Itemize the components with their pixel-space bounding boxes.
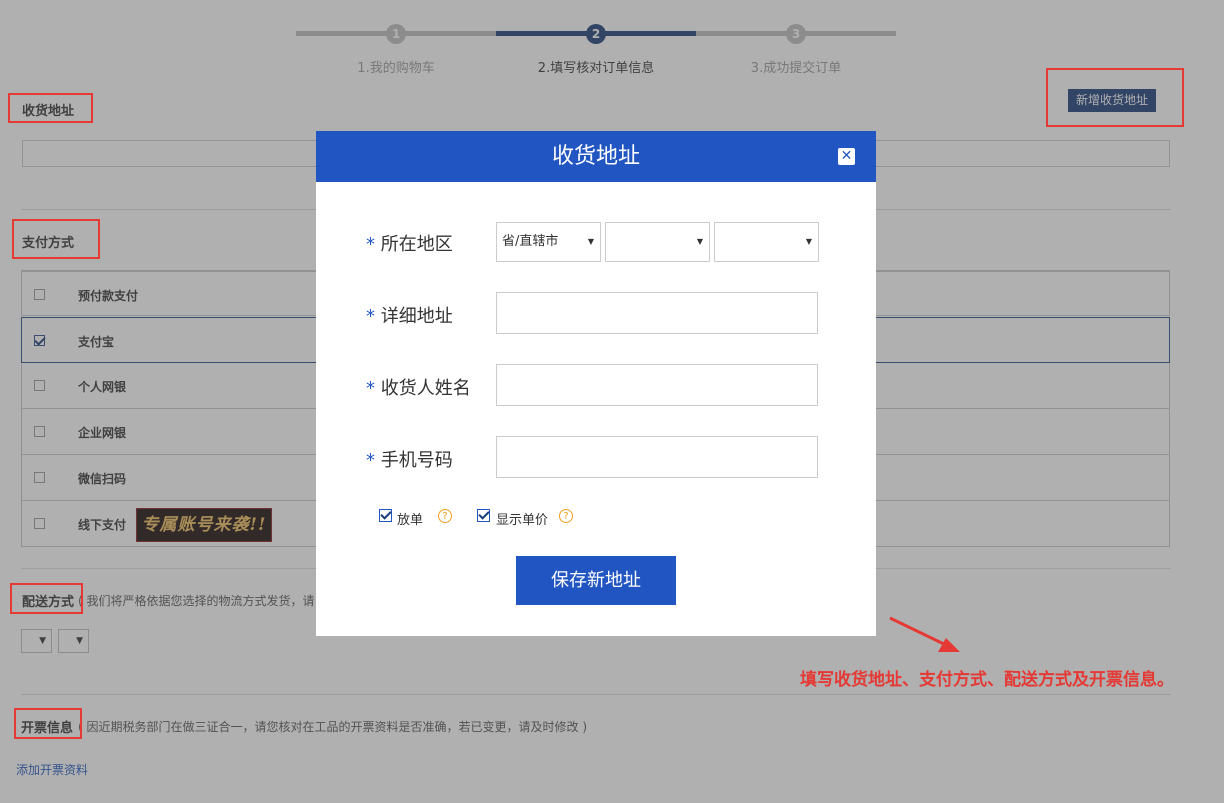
address-modal: 收货地址 ✕ * 所在地区 省/直辖市 ▼ ▼ ▼ * 详细地址 * 收货人姓名 …: [316, 131, 876, 636]
address-label-text: 详细地址: [380, 306, 453, 327]
help-icon[interactable]: ?: [438, 509, 452, 523]
chevron-down-icon: ▼: [805, 237, 812, 246]
region-label-text: 所在地区: [380, 234, 453, 255]
city-select[interactable]: ▼: [605, 222, 710, 262]
phone-label-text: 手机号码: [380, 450, 453, 471]
highlight-shipping-title: [10, 583, 83, 614]
highlight-payment-title: [12, 219, 100, 259]
region-label: * 所在地区: [366, 230, 453, 256]
required-mark: *: [366, 234, 375, 255]
recipient-name-input[interactable]: [496, 364, 818, 406]
fangdan-label: 放单: [397, 513, 424, 528]
modal-title: 收货地址: [551, 144, 640, 169]
district-select[interactable]: ▼: [714, 222, 819, 262]
phone-input[interactable]: [496, 436, 818, 478]
close-icon[interactable]: ✕: [838, 148, 855, 165]
modal-header: 收货地址 ✕: [316, 131, 876, 182]
highlight-address-title: [8, 93, 93, 123]
save-address-button[interactable]: 保存新地址: [516, 556, 676, 605]
name-label: * 收货人姓名: [366, 374, 471, 400]
required-mark: *: [366, 306, 375, 327]
address-input[interactable]: [496, 292, 818, 334]
province-select[interactable]: 省/直辖市 ▼: [496, 222, 601, 262]
phone-label: * 手机号码: [366, 446, 453, 472]
annotation-arrow-icon: [889, 616, 960, 652]
chevron-down-icon: ▼: [587, 237, 594, 246]
address-label: * 详细地址: [366, 302, 453, 328]
fangdan-checkbox[interactable]: [379, 509, 392, 522]
required-mark: *: [366, 450, 375, 471]
show-price-label: 显示单价: [496, 513, 549, 528]
annotation-text: 填写收货地址、支付方式、配送方式及开票信息。: [800, 670, 1174, 690]
chevron-down-icon: ▼: [696, 237, 703, 246]
name-label-text: 收货人姓名: [380, 378, 471, 399]
help-icon[interactable]: ?: [559, 509, 573, 523]
show-price-checkbox[interactable]: [477, 509, 490, 522]
province-select-value: 省/直辖市: [502, 234, 559, 249]
highlight-invoice-title: [14, 708, 82, 739]
required-mark: *: [366, 378, 375, 399]
highlight-add-address: [1046, 68, 1184, 127]
